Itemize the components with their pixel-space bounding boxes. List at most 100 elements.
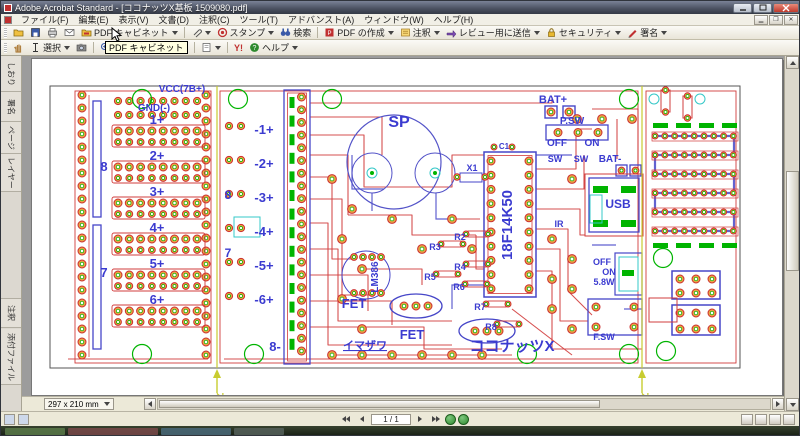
page-size-label: 297 x 210 mm	[48, 400, 99, 409]
close-button[interactable]	[773, 3, 799, 13]
vertical-scrollbar[interactable]	[784, 56, 799, 411]
continuous-facing-button[interactable]	[769, 414, 781, 425]
security-button[interactable]: セキュリティ	[543, 24, 624, 41]
email-button[interactable]	[61, 25, 78, 40]
continuous-button[interactable]	[755, 414, 767, 425]
comments-label: 注釈	[413, 26, 431, 39]
minimize-button[interactable]	[733, 3, 752, 13]
scroll-down-button[interactable]	[786, 398, 799, 411]
pdf-cabinet-label: PDF キャビネット	[94, 26, 169, 39]
send-review-button[interactable]: レビュー用に送信	[443, 24, 543, 41]
pdf-page[interactable]: カットカットVCC(7B+)GND(-)1+2+3+4+5+6+87-1+-2+…	[31, 58, 783, 396]
vertical-scroll-thumb[interactable]	[786, 171, 799, 271]
taskbar-item[interactable]	[5, 428, 65, 435]
svg-text:R8: R8	[485, 322, 497, 332]
single-page-button[interactable]	[741, 414, 753, 425]
save-button[interactable]	[27, 25, 44, 40]
doc-close-button[interactable]: ✕	[784, 15, 798, 25]
horizontal-scrollbar[interactable]	[157, 398, 771, 410]
toolbar-separator	[317, 27, 318, 38]
toolbar-separator	[184, 27, 185, 38]
toolbar-grip[interactable]	[4, 28, 7, 38]
svg-text:18F14K50: 18F14K50	[499, 190, 516, 260]
chevron-down-icon	[388, 31, 394, 35]
chevron-down-icon	[615, 31, 621, 35]
yahoo-toolbar-button[interactable]: Y!	[231, 41, 246, 55]
svg-text:7: 7	[100, 265, 107, 280]
doc-minimize-button[interactable]: ▁	[754, 15, 768, 25]
previous-page-button[interactable]	[355, 413, 369, 425]
tab-pages[interactable]: ページ	[1, 122, 21, 154]
taskbar-item[interactable]	[68, 428, 158, 435]
sign-label: 署名	[640, 26, 658, 39]
open-button[interactable]	[10, 25, 27, 40]
page-number-box[interactable]: 1 / 1	[371, 414, 411, 425]
sign-button[interactable]: 署名	[624, 24, 670, 41]
open-folder-icon	[13, 27, 24, 38]
document-area[interactable]: カットカットVCC(7B+)GND(-)1+2+3+4+5+6+87-1+-2+…	[22, 56, 784, 411]
svg-text:2+: 2+	[150, 148, 165, 163]
next-page-button[interactable]	[413, 413, 427, 425]
tab-attachments[interactable]: 添付ファイル	[1, 329, 21, 385]
toolbar-separator	[227, 42, 228, 53]
scroll-right-button[interactable]	[772, 398, 784, 410]
previous-view-button[interactable]	[445, 414, 456, 425]
tab-comments[interactable]: 注釈	[1, 298, 21, 328]
help-button[interactable]: ? ヘルプ	[246, 39, 301, 56]
svg-text:3+: 3+	[150, 184, 165, 199]
tab-layers[interactable]: レイヤー	[1, 154, 21, 192]
doc-restore-button[interactable]: ❐	[769, 15, 783, 25]
svg-text:カット: カット	[214, 392, 226, 395]
hand-tool-button[interactable]	[10, 40, 27, 55]
tab-bookmarks[interactable]: しおり	[1, 56, 21, 92]
svg-text:-1+: -1+	[254, 122, 274, 137]
page-navigation: 1 / 1	[339, 413, 469, 425]
paperclip-icon	[191, 27, 202, 38]
svg-text:7: 7	[225, 246, 232, 260]
svg-text:IR: IR	[555, 219, 565, 229]
mouse-cursor	[111, 27, 123, 43]
save-icon	[30, 27, 41, 38]
snapshot-button[interactable]	[73, 40, 90, 55]
comments-button[interactable]: 注釈	[397, 24, 443, 41]
toolbar-grip[interactable]	[4, 43, 7, 53]
chevron-down-icon	[534, 31, 540, 35]
maximize-button[interactable]	[753, 3, 772, 13]
last-page-button[interactable]	[429, 413, 443, 425]
svg-text:BAT+: BAT+	[539, 94, 567, 106]
taskbar-item[interactable]	[234, 428, 284, 435]
facing-button[interactable]	[783, 414, 795, 425]
page-layout-icon	[201, 42, 212, 53]
first-page-button[interactable]	[339, 413, 353, 425]
windows-taskbar[interactable]	[1, 426, 800, 436]
ibeam-icon	[30, 42, 41, 53]
print-button[interactable]	[44, 25, 61, 40]
create-pdf-label: PDF の作成	[337, 26, 385, 39]
binoculars-icon	[280, 27, 291, 38]
next-view-button[interactable]	[458, 414, 469, 425]
status-icon-2[interactable]	[18, 414, 29, 425]
svg-text:P: P	[328, 31, 332, 37]
chevron-down-icon	[215, 46, 221, 50]
create-pdf-button[interactable]: P PDF の作成	[321, 24, 397, 41]
status-icon-1[interactable]	[4, 414, 15, 425]
chevron-down-icon	[292, 46, 298, 50]
scroll-left-button[interactable]	[144, 398, 156, 410]
svg-text:FET: FET	[400, 327, 425, 342]
lock-icon	[546, 27, 557, 38]
chevron-down-icon	[172, 31, 178, 35]
attach-button[interactable]	[188, 25, 214, 40]
tab-signatures[interactable]: 署名	[1, 92, 21, 122]
select-tool-button[interactable]: 選択	[27, 39, 73, 56]
scroll-up-button[interactable]	[786, 56, 799, 69]
svg-text:ON: ON	[585, 138, 600, 149]
taskbar-item[interactable]	[161, 428, 231, 435]
page-layout-button[interactable]	[198, 40, 224, 55]
pcb-right-board	[649, 87, 738, 335]
horizontal-scroll-thumb[interactable]	[159, 400, 600, 408]
page-size-box[interactable]: 297 x 210 mm	[44, 398, 114, 410]
chevron-down-icon	[205, 31, 211, 35]
pdf-cabinet-button[interactable]: PDF キャビネット	[78, 24, 181, 41]
hand-icon	[13, 42, 24, 53]
pcb-left-board	[78, 91, 210, 359]
